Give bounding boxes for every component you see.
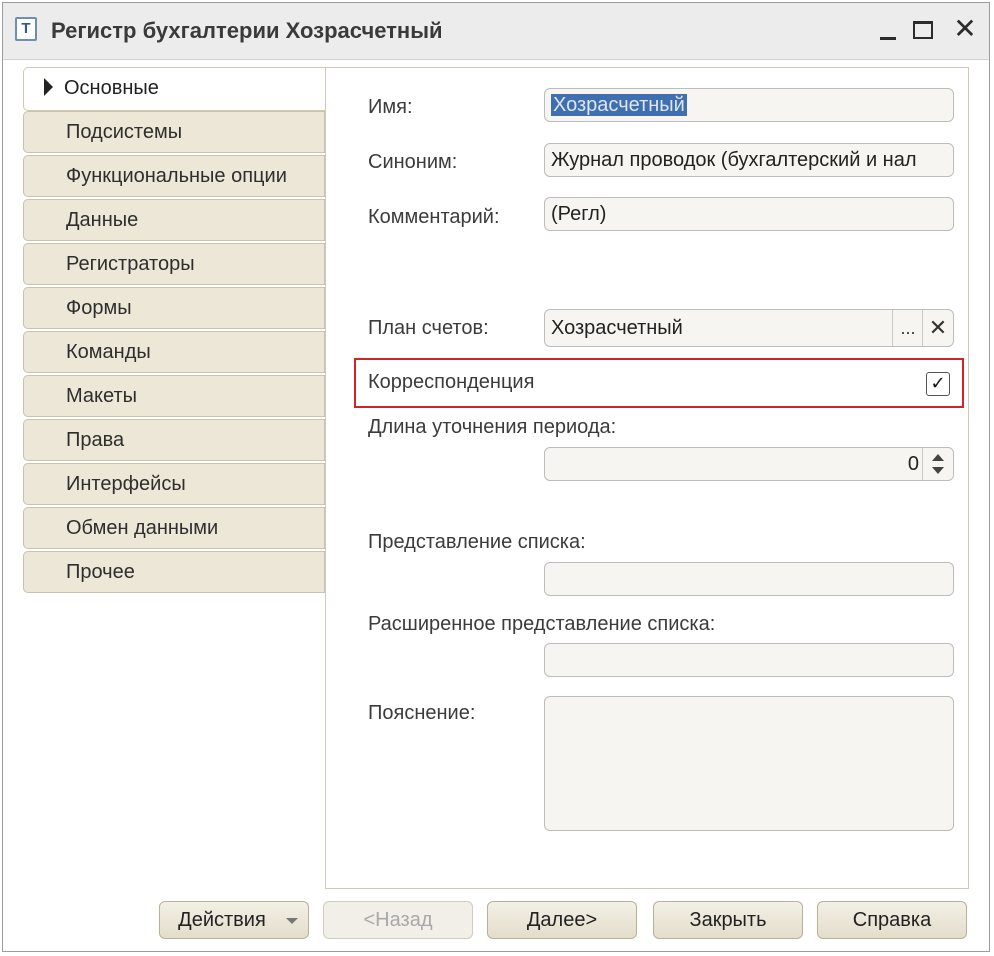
synonym-field[interactable]: Журнал проводок (бухгалтерский и нал — [544, 143, 954, 177]
properties-panel: Имя: Хозрасчетный Синоним: Журнал провод… — [325, 67, 969, 889]
period-length-field[interactable]: 0 — [544, 447, 954, 481]
comment-label: Комментарий: — [368, 206, 500, 228]
correspondence-checkbox[interactable]: ✓ — [926, 372, 950, 396]
minimize-icon — [880, 37, 896, 40]
active-tab-arrow-icon — [44, 78, 53, 96]
actions-button[interactable]: Действия — [159, 901, 309, 939]
spin-up-icon[interactable] — [932, 454, 944, 461]
list-presentation-field[interactable] — [544, 562, 954, 596]
tab-formy[interactable]: Формы — [23, 287, 325, 329]
list-presentation-label: Представление списка: — [368, 531, 586, 553]
maximize-button[interactable] — [909, 15, 937, 45]
explanation-field[interactable] — [544, 696, 954, 831]
name-label: Имя: — [368, 96, 413, 118]
comment-field[interactable]: (Регл) — [544, 197, 954, 231]
correspondence-label: Корреспонденция — [368, 371, 535, 393]
period-length-label: Длина уточнения периода: — [368, 416, 617, 438]
tab-label: Макеты — [66, 385, 137, 407]
spin-down-icon[interactable] — [932, 467, 944, 474]
next-button[interactable]: Далее> — [487, 901, 637, 939]
extended-list-presentation-label: Расширенное представление списка: — [368, 613, 716, 635]
tab-label: Обмен данными — [66, 517, 219, 539]
correspondence-row[interactable]: Корреспонденция ✓ — [354, 358, 964, 408]
comment-value: (Регл) — [551, 203, 607, 225]
period-length-value: 0 — [907, 453, 919, 475]
tab-obmen-dannymi[interactable]: Обмен данными — [23, 507, 325, 549]
explanation-label: Пояснение: — [368, 702, 476, 724]
tab-osnovnye[interactable]: Основные — [23, 67, 326, 111]
back-button[interactable]: <Назад — [323, 901, 473, 939]
maximize-icon — [913, 21, 933, 39]
tab-interfeysy[interactable]: Интерфейсы — [23, 463, 325, 505]
actions-label: Действия — [178, 909, 266, 931]
tab-label: Функциональные опции — [66, 165, 287, 187]
tab-label: Права — [66, 429, 125, 451]
tab-label: Данные — [66, 209, 139, 231]
tab-prava[interactable]: Права — [23, 419, 325, 461]
tab-label: Интерфейсы — [66, 473, 186, 495]
synonym-value: Журнал проводок (бухгалтерский и нал — [551, 149, 917, 171]
close-button[interactable]: Закрыть — [653, 901, 803, 939]
tab-registratory[interactable]: Регистраторы — [23, 243, 325, 285]
title-bar[interactable]: Т Регистр бухгалтерии Хозрасчетный ✕ — [3, 3, 989, 60]
chart-of-accounts-value: Хозрасчетный — [551, 317, 683, 339]
editor-content: Основные Подсистемы Функциональные опции… — [23, 67, 969, 939]
tab-label: Основные — [64, 77, 159, 99]
register-icon: Т — [15, 17, 37, 41]
tab-prochee[interactable]: Прочее — [23, 551, 325, 593]
synonym-label: Синоним: — [368, 151, 458, 173]
minimize-button[interactable] — [875, 15, 903, 45]
chart-of-accounts-field[interactable]: Хозрасчетный ... ✕ — [544, 309, 954, 347]
window-title: Регистр бухгалтерии Хозрасчетный — [51, 18, 443, 43]
tab-label: Прочее — [66, 561, 135, 583]
clear-icon[interactable]: ✕ — [922, 310, 953, 346]
chevron-down-icon — [286, 918, 298, 924]
spin-buttons[interactable] — [922, 448, 953, 480]
tab-label: Формы — [66, 297, 132, 319]
help-button[interactable]: Справка — [817, 901, 967, 939]
tab-dannye[interactable]: Данные — [23, 199, 325, 241]
tab-makety[interactable]: Макеты — [23, 375, 325, 417]
name-field[interactable]: Хозрасчетный — [544, 88, 954, 122]
tab-label: Команды — [66, 341, 151, 363]
tab-komandy[interactable]: Команды — [23, 331, 325, 373]
metadata-window: Т Регистр бухгалтерии Хозрасчетный ✕ Осн… — [2, 2, 990, 952]
name-value: Хозрасчетный — [551, 94, 687, 116]
close-window-button[interactable]: ✕ — [951, 15, 979, 45]
tab-funkcionalnye-opcii[interactable]: Функциональные опции — [23, 155, 325, 197]
select-button[interactable]: ... — [892, 310, 923, 346]
tab-label: Подсистемы — [66, 121, 183, 143]
tab-podsistemy[interactable]: Подсистемы — [23, 111, 325, 153]
chart-of-accounts-label: План счетов: — [368, 317, 489, 339]
extended-list-presentation-field[interactable] — [544, 643, 954, 677]
tab-label: Регистраторы — [66, 253, 195, 275]
